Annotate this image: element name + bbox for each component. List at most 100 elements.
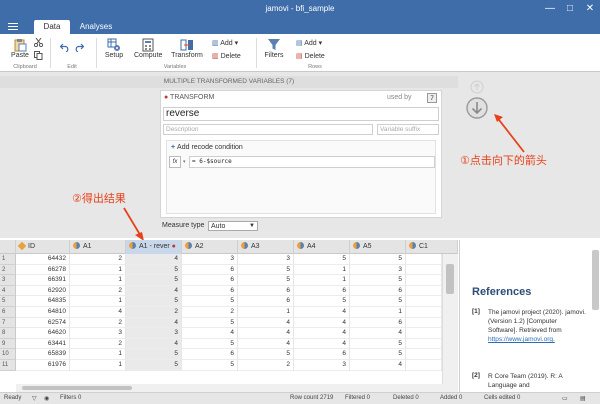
- grid-cell[interactable]: [406, 254, 442, 265]
- grid-cell[interactable]: [406, 360, 442, 371]
- grid-cell[interactable]: 5: [182, 360, 238, 371]
- grid-cell[interactable]: 3: [70, 328, 126, 339]
- filter-status-icon[interactable]: ▽: [32, 395, 37, 402]
- grid-cell[interactable]: 5: [126, 275, 182, 286]
- grid-cell[interactable]: 6: [294, 285, 350, 297]
- grid-cell[interactable]: 5: [350, 275, 406, 286]
- grid-cell[interactable]: 4: [294, 307, 350, 318]
- filters-button[interactable]: Filters: [262, 38, 286, 59]
- row-number[interactable]: 10: [0, 349, 16, 360]
- grid-cell[interactable]: 4: [238, 328, 294, 339]
- formula-field[interactable]: = 6-$source: [189, 156, 435, 168]
- grid-cell[interactable]: 1: [294, 264, 350, 276]
- reference-link[interactable]: https://www.jamovi.org.: [488, 336, 555, 343]
- column-header-a1[interactable]: A1: [70, 240, 126, 254]
- grid-cell[interactable]: 4: [182, 328, 238, 339]
- column-header-a4[interactable]: A4: [294, 240, 350, 254]
- add-row-button[interactable]: ▤ Add ▾: [296, 39, 322, 47]
- grid-cell[interactable]: [406, 307, 442, 318]
- grid-cell[interactable]: [406, 349, 442, 360]
- collapse-arrow-down-icon[interactable]: [465, 96, 489, 120]
- grid-cell[interactable]: 2: [182, 307, 238, 318]
- grid-cell[interactable]: [406, 296, 442, 307]
- grid-cell[interactable]: 1: [70, 349, 126, 360]
- close-button[interactable]: ✕: [580, 0, 600, 18]
- grid-cell[interactable]: 4: [238, 317, 294, 329]
- row-number[interactable]: 1: [0, 254, 16, 265]
- grid-cell[interactable]: 6: [350, 285, 406, 297]
- row-number[interactable]: 3: [0, 275, 16, 286]
- add-recode-condition-button[interactable]: + Add recode condition: [171, 144, 243, 151]
- grid-horizontal-scrollbar[interactable]: [16, 384, 458, 392]
- description-field[interactable]: Description: [163, 124, 373, 135]
- grid-cell[interactable]: 4: [126, 285, 182, 297]
- delete-row-button[interactable]: ▤ Delete: [296, 52, 325, 60]
- undo-icon[interactable]: [60, 43, 70, 52]
- results-mode-icon[interactable]: ▭: [562, 395, 568, 402]
- grid-cell[interactable]: 4: [126, 338, 182, 350]
- grid-cell[interactable]: 1: [70, 264, 126, 276]
- grid-cell[interactable]: 4: [294, 338, 350, 350]
- grid-cell[interactable]: 66391: [16, 275, 70, 286]
- grid-cell[interactable]: 1: [70, 296, 126, 307]
- grid-cell[interactable]: 62574: [16, 317, 70, 329]
- delete-variable-button[interactable]: ▥ Delete: [212, 52, 241, 60]
- used-by-count[interactable]: 7: [427, 93, 437, 103]
- grid-cell[interactable]: 6: [182, 349, 238, 360]
- grid-cell[interactable]: 6: [294, 349, 350, 360]
- grid-cell[interactable]: 3: [126, 328, 182, 339]
- grid-cell[interactable]: 2: [70, 317, 126, 329]
- grid-cell[interactable]: 2: [70, 254, 126, 265]
- column-header-a5[interactable]: A5: [350, 240, 406, 254]
- grid-cell[interactable]: 4: [294, 328, 350, 339]
- tab-analyses[interactable]: Analyses: [74, 20, 118, 34]
- grid-cell[interactable]: 1: [350, 307, 406, 318]
- grid-cell[interactable]: [406, 264, 442, 276]
- copy-icon[interactable]: [34, 51, 43, 60]
- grid-cell[interactable]: 1: [70, 360, 126, 371]
- grid-cell[interactable]: 3: [350, 264, 406, 276]
- grid-cell[interactable]: 4: [294, 317, 350, 329]
- grid-cell[interactable]: 4: [126, 317, 182, 329]
- grid-cell[interactable]: 4: [126, 254, 182, 265]
- measure-type-select[interactable]: Auto ▼: [208, 221, 258, 231]
- grid-corner[interactable]: [0, 240, 16, 254]
- hamburger-menu-icon[interactable]: [8, 21, 18, 31]
- grid-cell[interactable]: 6: [182, 275, 238, 286]
- grid-cell[interactable]: 4: [238, 338, 294, 350]
- grid-cell[interactable]: 6: [182, 264, 238, 276]
- column-header-a2[interactable]: A2: [182, 240, 238, 254]
- row-number[interactable]: 5: [0, 296, 16, 307]
- row-number[interactable]: 4: [0, 285, 16, 297]
- grid-cell[interactable]: 6: [238, 285, 294, 297]
- transform-name-field[interactable]: reverse: [163, 107, 439, 121]
- grid-cell[interactable]: 5: [350, 296, 406, 307]
- column-header-c1[interactable]: C1: [406, 240, 458, 254]
- row-number[interactable]: 8: [0, 328, 16, 339]
- grid-vertical-scrollbar[interactable]: [442, 254, 458, 384]
- grid-cell[interactable]: 5: [238, 264, 294, 276]
- grid-cell[interactable]: 64620: [16, 328, 70, 339]
- grid-cell[interactable]: 66278: [16, 264, 70, 276]
- maximize-button[interactable]: □: [560, 0, 580, 18]
- grid-cell[interactable]: 6: [238, 296, 294, 307]
- grid-cell[interactable]: 4: [350, 360, 406, 371]
- row-number[interactable]: 2: [0, 264, 16, 276]
- grid-cell[interactable]: 5: [126, 360, 182, 371]
- setup-button[interactable]: Setup: [102, 38, 126, 59]
- add-variable-button[interactable]: ▥ Add ▾: [212, 39, 238, 47]
- grid-cell[interactable]: 5: [126, 264, 182, 276]
- variable-suffix-field[interactable]: Variable suffix: [377, 124, 439, 135]
- grid-cell[interactable]: 64810: [16, 307, 70, 318]
- column-header-a3[interactable]: A3: [238, 240, 294, 254]
- grid-cell[interactable]: 2: [126, 307, 182, 318]
- grid-cell[interactable]: [406, 275, 442, 286]
- fx-dropdown-chevron-icon[interactable]: ▾: [183, 159, 186, 165]
- grid-cell[interactable]: 5: [238, 275, 294, 286]
- grid-cell[interactable]: 1: [70, 275, 126, 286]
- grid-cell[interactable]: 5: [182, 317, 238, 329]
- grid-cell[interactable]: 3: [238, 254, 294, 265]
- grid-cell[interactable]: 5: [350, 254, 406, 265]
- grid-cell[interactable]: 4: [70, 307, 126, 318]
- row-number[interactable]: 7: [0, 317, 16, 329]
